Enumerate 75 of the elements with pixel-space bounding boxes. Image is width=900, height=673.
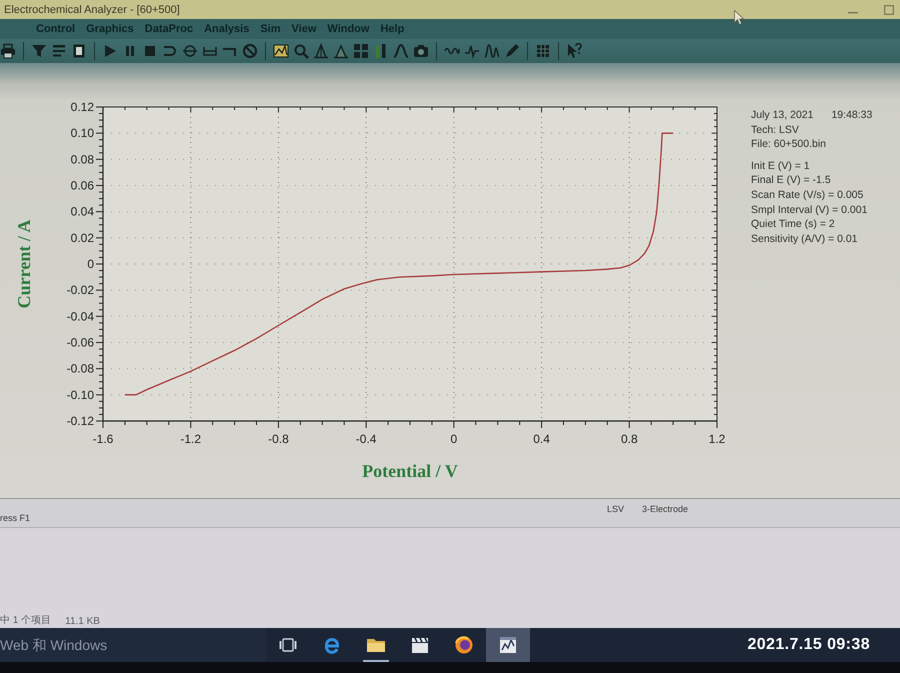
peak-icon[interactable] bbox=[313, 43, 329, 59]
y-tick-label: 0.04 bbox=[70, 204, 94, 219]
stop-icon[interactable] bbox=[142, 43, 158, 59]
menu-item[interactable]: Sim bbox=[260, 23, 281, 35]
x-axis-title: Potential / V bbox=[362, 461, 458, 481]
prohibited-icon[interactable] bbox=[242, 43, 258, 59]
x-tick-label: 0 bbox=[450, 432, 458, 446]
search-field[interactable]: Web 和 Windows bbox=[0, 628, 266, 662]
x-tick-label: -0.8 bbox=[268, 432, 289, 446]
y-tick-label: -0.02 bbox=[66, 283, 94, 298]
parameter-text: Quiet Time (s) = 2 bbox=[751, 217, 836, 232]
y-tick-label: -0.12 bbox=[66, 414, 94, 428]
y-tick-label: -0.08 bbox=[66, 362, 94, 376]
date-text: July 13, 2021 bbox=[751, 108, 814, 123]
graph-icon[interactable] bbox=[273, 43, 289, 59]
flame-globe-icon bbox=[454, 635, 474, 655]
clapperboard-icon bbox=[410, 635, 430, 655]
status-hint-text: ress F1 bbox=[0, 513, 30, 523]
y-tick-label: 0.08 bbox=[70, 152, 94, 166]
menu-item[interactable]: Graphics bbox=[86, 23, 134, 35]
x-tick-label: 1.2 bbox=[708, 432, 726, 446]
selection-count-text: 中 1 个项目 bbox=[0, 614, 52, 627]
info-text: Tech: LSV bbox=[751, 122, 800, 138]
table-icon[interactable] bbox=[535, 43, 551, 59]
play-icon[interactable] bbox=[102, 43, 118, 59]
printer-icon[interactable] bbox=[0, 43, 16, 59]
bell-curve-icon[interactable] bbox=[393, 43, 409, 59]
y-tick-label: -0.10 bbox=[66, 388, 94, 402]
menu-item[interactable]: Help bbox=[380, 23, 404, 35]
pulse-icon[interactable] bbox=[464, 43, 480, 59]
y-tick-label: -0.04 bbox=[66, 309, 94, 324]
parameter-text: Sensitivity (A/V) = 0.01 bbox=[751, 232, 859, 246]
y-tick-label: 0.02 bbox=[70, 230, 94, 245]
menu-item[interactable]: DataProc bbox=[144, 23, 194, 35]
parameter-text: Init E (V) = 1 bbox=[751, 158, 811, 174]
electrode-mode-indicator: 3-Electrode bbox=[642, 504, 688, 514]
menu-item[interactable]: Control bbox=[36, 23, 76, 35]
y-tick-label: 0.12 bbox=[70, 100, 94, 114]
file-size-text: 11.1 KB bbox=[65, 616, 100, 627]
y-tick-label: 0.10 bbox=[70, 126, 94, 140]
x-tick-label: -0.4 bbox=[356, 432, 376, 446]
y-tick-label: 0.06 bbox=[70, 178, 94, 192]
y-axis-title: Current / A bbox=[14, 220, 34, 308]
window-title: Electrochemical Analyzer - [60+500] bbox=[4, 4, 180, 16]
u-turn-icon[interactable] bbox=[162, 43, 178, 59]
x-tick-label: -1.2 bbox=[180, 432, 202, 446]
photo-timestamp: 2021.7.15 09:38 bbox=[747, 636, 870, 654]
funnel-icon[interactable] bbox=[31, 43, 47, 59]
technique-indicator: LSV bbox=[606, 504, 624, 514]
pen-icon[interactable] bbox=[504, 43, 520, 59]
peak-icon[interactable] bbox=[333, 43, 349, 59]
y-tick-label: 0 bbox=[87, 257, 94, 271]
double-wave-icon[interactable] bbox=[484, 43, 500, 59]
circle-minus-icon[interactable] bbox=[182, 43, 198, 59]
menu-item[interactable]: Window bbox=[327, 23, 370, 35]
taskbar-app-button[interactable] bbox=[486, 628, 530, 662]
x-tick-label: 0.4 bbox=[533, 432, 550, 446]
parameter-text: Smpl Interval (V) = 0.001 bbox=[751, 202, 868, 218]
mouse-pointer-icon bbox=[734, 10, 744, 25]
grid-icon[interactable] bbox=[353, 43, 369, 59]
menu-item[interactable]: Analysis bbox=[204, 23, 250, 35]
help-pointer-icon[interactable] bbox=[566, 43, 582, 59]
parameter-text: Final E (V) = -1.5 bbox=[751, 173, 832, 188]
x-tick-label: -1.6 bbox=[92, 432, 114, 446]
x-tick-label: 0.8 bbox=[620, 432, 638, 446]
page-icon[interactable] bbox=[71, 43, 87, 59]
camera-icon[interactable] bbox=[413, 43, 429, 59]
parameter-text: Scan Rate (V/s) = 0.005 bbox=[751, 188, 864, 203]
chart-window-icon bbox=[498, 635, 518, 655]
maximize-icon[interactable] bbox=[884, 4, 894, 14]
y-tick-label: -0.06 bbox=[66, 336, 94, 350]
browser-icon bbox=[322, 635, 342, 655]
menu-item[interactable]: View bbox=[292, 23, 316, 35]
info-text: File: 60+500.bin bbox=[751, 137, 828, 152]
time-text: 19:48:33 bbox=[831, 108, 872, 123]
